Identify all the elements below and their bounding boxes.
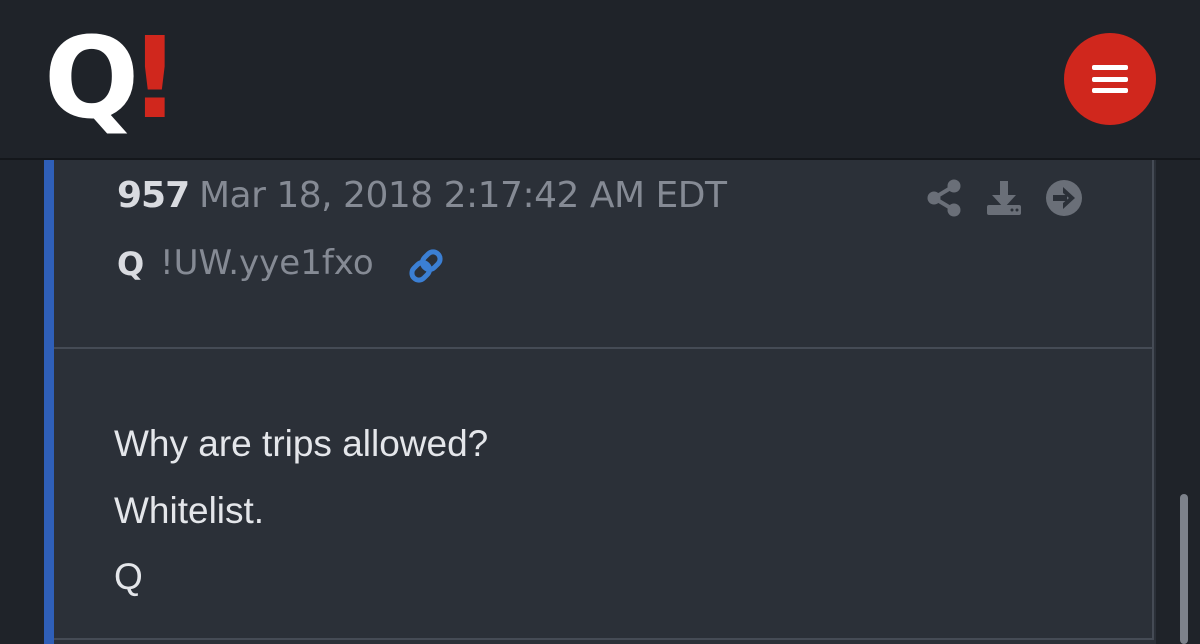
- post-divider: [54, 638, 1154, 640]
- logo-exclamation: !: [129, 14, 181, 144]
- scrollbar-thumb[interactable]: [1180, 494, 1188, 644]
- post-accent-bar: [44, 160, 54, 644]
- author-tripcode: !UW.yye1fxo: [160, 243, 374, 283]
- post-text-line: Q: [114, 556, 143, 597]
- post-text-line: Whitelist.: [114, 490, 265, 531]
- post-timestamp: Mar 18, 2018 2:17:42 AM EDT: [199, 175, 727, 216]
- post-number[interactable]: 957: [117, 176, 190, 216]
- site-header: Q !: [0, 0, 1200, 160]
- logo-letter: Q: [44, 14, 139, 144]
- author-name: Q: [117, 245, 145, 283]
- menu-button[interactable]: [1064, 33, 1156, 125]
- page: Q ! 957 Mar 18, 2018 2:17:42 AM EDT Q !U…: [0, 0, 1200, 644]
- site-logo[interactable]: Q !: [44, 14, 181, 144]
- link-icon[interactable]: [406, 248, 446, 284]
- download-icon[interactable]: [984, 178, 1024, 218]
- post-text-line: Why are trips allowed?: [114, 423, 489, 464]
- post-actions: [924, 178, 1104, 218]
- share-icon[interactable]: [924, 178, 964, 218]
- arrow-right-circle-icon[interactable]: [1044, 178, 1084, 218]
- post-card: 957 Mar 18, 2018 2:17:42 AM EDT Q !UW.yy…: [44, 160, 1156, 644]
- post-body: Why are trips allowed? Whitelist. Q: [54, 349, 1154, 639]
- hamburger-menu-icon: [1092, 65, 1128, 93]
- post-header: 957 Mar 18, 2018 2:17:42 AM EDT Q !UW.yy…: [54, 160, 1154, 349]
